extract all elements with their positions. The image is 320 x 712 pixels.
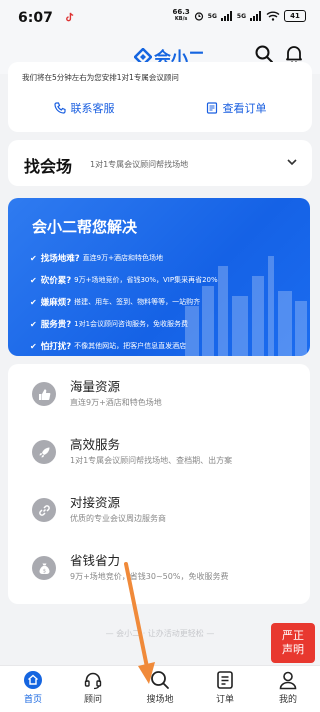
svg-text:$: $ (42, 568, 45, 574)
status-bar: 6:07 66.3 KB/s 5G 5G 41 (0, 0, 320, 36)
feature-title: 省钱省力 (70, 553, 121, 568)
tab-label: 顾问 (83, 695, 102, 705)
feature-subtitle: 1对1专属会议顾问帮找场地、查档期、出方案 (70, 456, 233, 465)
feature-subtitle: 直连9万+酒店和特色场地 (70, 398, 162, 407)
home-icon (24, 671, 42, 689)
signal-label-2: 5G (236, 12, 246, 20)
profile-icon (279, 671, 297, 690)
banner-item-text: 9万+场地竞价，省钱30%，VIP集采再省20% (74, 276, 218, 284)
check-icon: ✔ (30, 253, 37, 263)
speed-value: 66.3 (172, 8, 190, 16)
search-icon[interactable] (254, 44, 274, 64)
bell-icon[interactable] (284, 44, 304, 64)
banner-item-key: 嫌麻烦? (40, 298, 72, 308)
banner-item-key: 怕打扰? (40, 342, 72, 352)
promo-banner: 会小二帮您解决 ✔ 找场地难? 直连9万+酒店和特色场地 ✔ 砍价累? 9万+场地竞价，… (8, 198, 310, 356)
tab-label: 订单 (215, 695, 234, 705)
chevron-down-icon[interactable] (286, 156, 298, 168)
pointer-arrow-icon (124, 562, 155, 684)
rocket-icon (32, 440, 56, 464)
headset-icon (84, 672, 102, 690)
feature-subtitle: 优质的专业会议周边服务商 (70, 514, 166, 523)
banner-item-text: 直连9万+酒店和特色场地 (82, 254, 163, 262)
banner-item-key: 砍价累? (40, 276, 72, 286)
banner-item-key: 找场地难? (40, 254, 80, 264)
find-venue-title: 找会场 (24, 157, 73, 176)
speed-unit: KB/s (174, 16, 188, 22)
banner-item-text: 1对1会议顾问咨询服务，免收服务费 (74, 320, 189, 328)
notice-actions: 联系客服 查看订单 (8, 100, 312, 116)
orders-icon (217, 671, 233, 689)
features-card: 海量资源 直连9万+酒店和特色场地 高效服务 1对1专属会议顾问帮找场地、查档期… (8, 364, 310, 604)
tab-label: 搜场地 (146, 695, 174, 705)
banner-item: ✔ 怕打扰? 不像其他网站，把客户信息直发酒店 (30, 340, 187, 353)
tab-advisor[interactable]: 顾问 (68, 670, 118, 705)
link-icon (32, 498, 56, 522)
feature-title: 海量资源 (70, 379, 121, 394)
banner-item: ✔ 砍价累? 9万+场地竞价，省钱30%，VIP集采再省20% (30, 274, 218, 287)
tab-profile[interactable]: 我的 (263, 670, 313, 705)
solemn-statement-button[interactable]: 严正 声明 (271, 623, 315, 663)
status-time: 6:07 (18, 10, 53, 26)
signal-bars-icon (220, 11, 232, 21)
banner-item: ✔ 服务贵? 1对1会议顾问咨询服务，免收服务费 (30, 318, 189, 331)
check-icon: ✔ (30, 341, 37, 351)
check-icon: ✔ (30, 297, 37, 307)
banner-item-key: 服务贵? (40, 320, 72, 330)
view-orders-button[interactable]: 查看订单 (206, 100, 267, 116)
feature-item: 高效服务 1对1专属会议顾问帮找场地、查档期、出方案 (8, 430, 310, 480)
contact-service-button[interactable]: 联系客服 (53, 100, 115, 116)
find-venue-subtitle: 1对1专属会议顾问帮找场地 (90, 160, 189, 169)
banner-item: ✔ 找场地难? 直连9万+酒店和特色场地 (30, 252, 163, 265)
contact-service-label: 联系客服 (70, 102, 115, 115)
feature-item: 对接资源 优质的专业会议周边服务商 (8, 488, 310, 538)
order-list-icon (206, 102, 217, 114)
tab-label: 首页 (23, 695, 42, 705)
battery-indicator: 41 (284, 10, 306, 22)
feature-item: 海量资源 直连9万+酒店和特色场地 (8, 372, 310, 422)
signal-label-1: 5G (207, 12, 217, 20)
banner-item: ✔ 嫌麻烦? 搭建、用车、签到、物料等等，一站购齐 (30, 296, 201, 309)
wifi-icon (266, 11, 280, 21)
check-icon: ✔ (30, 275, 37, 285)
feature-item: $ 省钱省力 9万+场地竞价，省钱30~50%，免收服务费 (8, 546, 310, 596)
tab-home[interactable]: 首页 (8, 670, 58, 705)
bottom-tab-bar: 首页 顾问 搜场地 订单 我的 (0, 665, 320, 712)
badge-line-2: 声明 (282, 643, 304, 656)
phone-icon (53, 102, 66, 114)
notice-card: 我们将在5分钟左右为您安排1对1专属会议顾问 联系客服 查看订单 (8, 62, 312, 132)
network-speed: 66.3 KB/s (173, 9, 190, 23)
thumbs-up-icon (32, 382, 56, 406)
notice-text: 我们将在5分钟左右为您安排1对1专属会议顾问 (22, 73, 179, 82)
money-bag-icon: $ (32, 556, 56, 580)
tab-label: 我的 (278, 695, 297, 705)
check-icon: ✔ (30, 319, 37, 329)
banner-item-text: 不像其他网站，把客户信息直发酒店 (74, 342, 187, 350)
banner-title: 会小二帮您解决 (32, 218, 138, 236)
signal-bars-icon (250, 11, 261, 21)
alarm-icon (194, 12, 203, 21)
banner-item-text: 搭建、用车、签到、物料等等，一站购齐 (74, 298, 201, 306)
feature-title: 对接资源 (70, 495, 121, 510)
feature-title: 高效服务 (70, 437, 121, 452)
badge-line-1: 严正 (282, 629, 304, 642)
tab-orders[interactable]: 订单 (200, 670, 250, 705)
find-venue-row[interactable]: 找会场 1对1专属会议顾问帮找场地 (8, 140, 312, 186)
tiktok-icon (66, 12, 74, 22)
view-orders-label: 查看订单 (222, 102, 267, 115)
